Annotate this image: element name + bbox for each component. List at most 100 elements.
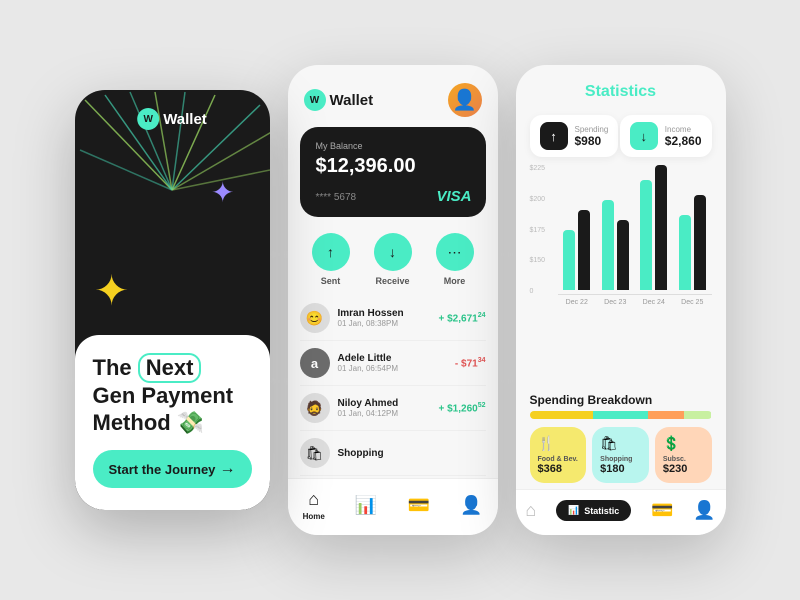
spending-info: Spending $980 — [575, 125, 609, 148]
nav-wallet-s3[interactable]: 💳 — [651, 500, 673, 521]
star-purple: ✦ — [211, 176, 234, 209]
nav-home-s3[interactable]: ⌂ — [525, 500, 536, 521]
y-lbl-150: $150 — [530, 257, 546, 264]
shopping-card: 🛍 Shopping $180 — [592, 427, 649, 483]
card-balance-value: $12,396.00 — [316, 155, 470, 178]
credit-card: My Balance $12,396.00 **** 5678 VISA — [300, 127, 486, 217]
wallet-header: W Wallet — [288, 65, 498, 127]
tx-name-1: Imran Hossen — [338, 308, 439, 319]
x-lbl-dec22: Dec 22 — [566, 299, 588, 306]
food-card: 🍴 Food & Bev. $368 — [530, 427, 587, 483]
breakdown-progress-bar — [530, 411, 712, 419]
tx-name-3: Niloy Ahmed — [338, 398, 439, 409]
transaction-item[interactable]: 😊 Imran Hossen 01 Jan, 08:38PM + $2,6712… — [300, 296, 486, 341]
logo-text: Wallet — [163, 111, 207, 128]
food-category: Food & Bev. — [538, 456, 579, 463]
bar-cyan-dec25 — [679, 215, 691, 290]
tx-date-2: 01 Jan, 06:54PM — [338, 364, 455, 373]
income-value: $2,860 — [665, 134, 702, 148]
nav-profile-s3[interactable]: 👤 — [693, 500, 715, 521]
bb-food-segment — [530, 411, 594, 419]
tx-amount-3: + $1,26052 — [438, 402, 485, 414]
screen2-wallet: W Wallet My Balance $12,396.00 **** 5678… — [288, 65, 498, 535]
food-amount: $368 — [538, 463, 579, 475]
spending-icon: ↑ — [540, 122, 568, 150]
y-axis-labels: 0 $150 $175 $200 $225 — [530, 165, 546, 295]
headline-the: The — [93, 355, 132, 380]
spending-card: ↑ Spending $980 — [530, 115, 619, 157]
screen1-logo: W Wallet — [137, 108, 207, 130]
sent-icon: ↑ — [312, 233, 350, 271]
statistic-icon: 📊 — [568, 505, 579, 516]
headline-next: Next — [138, 353, 202, 383]
user-avatar[interactable] — [448, 83, 482, 117]
headline-line2: Gen Payment — [93, 383, 234, 408]
screen1-hero: W Wallet ✦ ✦ — [75, 90, 270, 335]
wallet-logo: W Wallet — [304, 89, 374, 111]
chart-area: 0 $150 $175 $200 $225 — [516, 165, 726, 387]
nav-statistic-active[interactable]: 📊 Statistic — [556, 500, 631, 521]
more-label: More — [444, 276, 466, 286]
tx-date-3: 01 Jan, 04:12PM — [338, 409, 439, 418]
tx-amount-1: + $2,67124 — [438, 312, 485, 324]
tx-info-1: Imran Hossen 01 Jan, 08:38PM — [338, 308, 439, 328]
y-lbl-175: $175 — [530, 227, 546, 234]
wallet-icon-s2: 💳 — [407, 495, 429, 516]
transaction-item[interactable]: 🧔 Niloy Ahmed 01 Jan, 04:12PM + $1,26052 — [300, 386, 486, 431]
tx-avatar-3: 🧔 — [300, 393, 330, 423]
shopping-amount: $180 — [600, 463, 641, 475]
y-lbl-200: $200 — [530, 196, 546, 203]
tx-date-1: 01 Jan, 08:38PM — [338, 319, 439, 328]
nav-stats[interactable]: 📊 — [355, 495, 377, 516]
screen3-statistics: Statistics ↑ Spending $980 ↓ Income $2,8… — [516, 65, 726, 535]
nav-profile-s2[interactable]: 👤 — [460, 495, 482, 516]
visa-logo: VISA — [436, 188, 471, 205]
sent-label: Sent — [321, 276, 341, 286]
subscriptions-category: Subsc. — [663, 456, 704, 463]
screen1-onboarding: W Wallet ✦ ✦ The Next — [75, 90, 270, 510]
bar-chart — [558, 165, 712, 295]
breakdown-cards: 🍴 Food & Bev. $368 🛍 Shopping $180 💲 Sub… — [516, 427, 726, 489]
more-icon: ⋯ — [436, 233, 474, 271]
headline-line3: Method 💸 — [93, 410, 205, 435]
screen1-content: The Next Gen Payment Method 💸 Start the … — [75, 335, 270, 510]
subscriptions-card: 💲 Subsc. $230 — [655, 427, 712, 483]
receive-icon: ↓ — [374, 233, 412, 271]
y-lbl-225: $225 — [530, 165, 546, 172]
action-buttons: ↑ Sent ↓ Receive ⋯ More — [288, 227, 498, 296]
x-lbl-dec23: Dec 23 — [604, 299, 626, 306]
nav-home[interactable]: ⌂ Home — [303, 489, 325, 521]
home-icon: ⌂ — [308, 489, 319, 510]
bar-dark-dec23 — [617, 220, 629, 290]
tx-info-4: Shopping — [338, 448, 486, 459]
bar-group-dec22 — [563, 210, 590, 290]
tx-info-2: Adele Little 01 Jan, 06:54PM — [338, 353, 455, 373]
logo-text-s2: Wallet — [330, 92, 374, 109]
tx-avatar-2: a — [300, 348, 330, 378]
cta-button[interactable]: Start the Journey → — [93, 450, 252, 488]
subscriptions-amount: $230 — [663, 463, 704, 475]
food-icon: 🍴 — [538, 435, 579, 452]
profile-icon-s2: 👤 — [460, 495, 482, 516]
nav-wallet-s2[interactable]: 💳 — [407, 495, 429, 516]
card-balance-label: My Balance — [316, 141, 470, 151]
stats-title: Statistics — [532, 83, 710, 101]
sent-button[interactable]: ↑ Sent — [312, 233, 350, 286]
bar-cyan-dec23 — [602, 200, 614, 290]
income-icon: ↓ — [630, 122, 658, 150]
more-button[interactable]: ⋯ More — [436, 233, 474, 286]
x-axis-labels: Dec 22 Dec 23 Dec 24 Dec 25 — [558, 295, 712, 306]
card-number: **** 5678 — [316, 192, 357, 203]
bottom-nav-s2: ⌂ Home 📊 💳 👤 — [288, 478, 498, 535]
transactions-list: 😊 Imran Hossen 01 Jan, 08:38PM + $2,6712… — [288, 296, 498, 478]
transaction-item[interactable]: 🛍 Shopping — [300, 431, 486, 476]
receive-button[interactable]: ↓ Receive — [374, 233, 412, 286]
bar-dark-dec22 — [578, 210, 590, 290]
transaction-item[interactable]: a Adele Little 01 Jan, 06:54PM - $7134 — [300, 341, 486, 386]
x-lbl-dec25: Dec 25 — [681, 299, 703, 306]
breakdown-title: Spending Breakdown — [516, 387, 726, 411]
bar-dark-dec25 — [694, 195, 706, 290]
spending-label: Spending — [575, 125, 609, 134]
cta-label: Start the Journey — [109, 462, 216, 477]
income-label: Income — [665, 125, 702, 134]
